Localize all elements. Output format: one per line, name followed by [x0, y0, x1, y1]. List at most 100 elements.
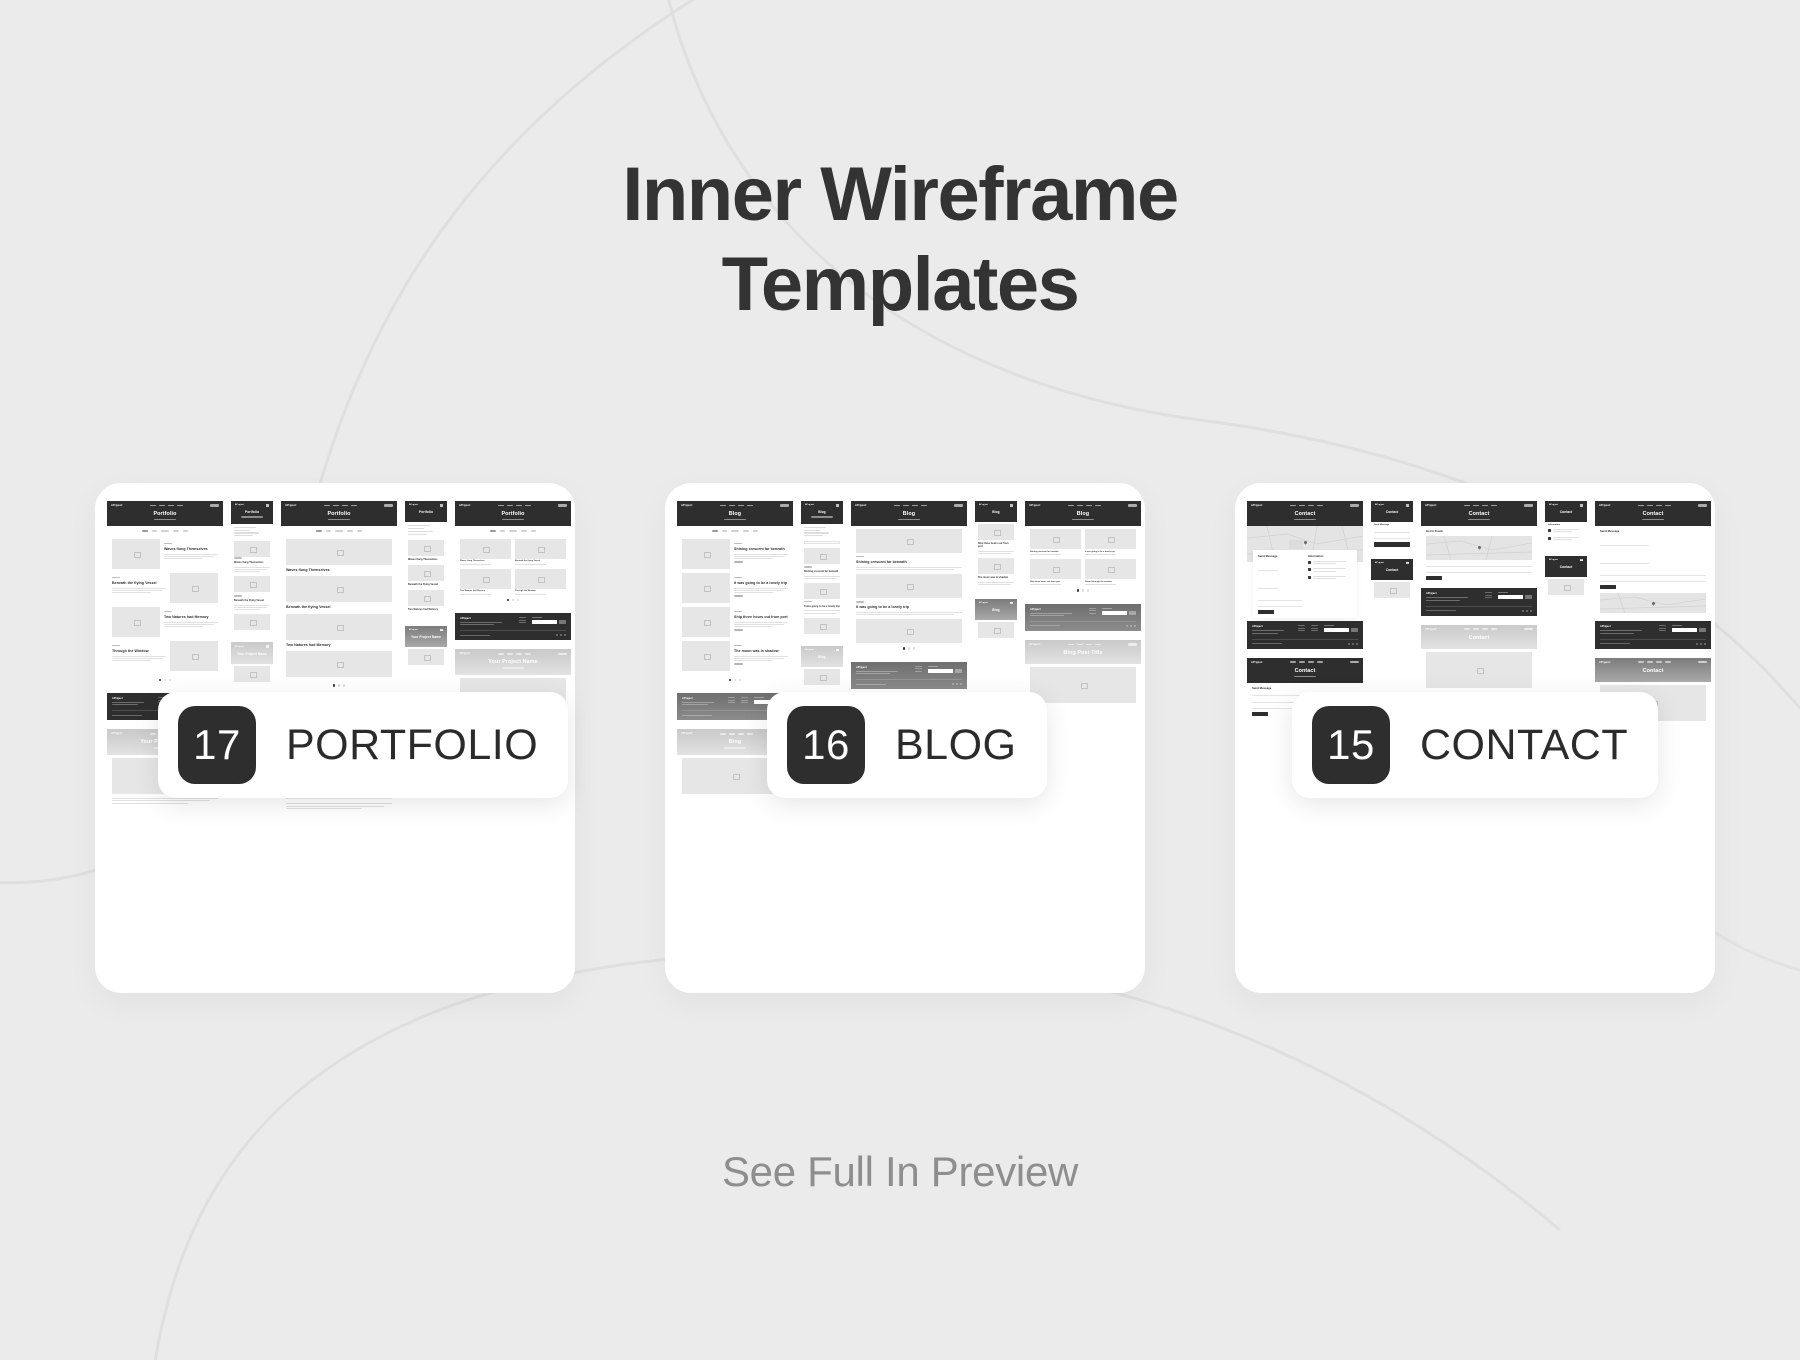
mock-info-title: Information — [1308, 554, 1324, 559]
mock-screen-mobile-blog-post: APrpject Blog — [801, 645, 843, 688]
mock-input-field[interactable] — [1258, 604, 1302, 608]
image-placeholder-icon — [804, 617, 840, 634]
hamburger-menu-icon[interactable] — [836, 504, 839, 507]
mock-screen-mobile-blog: APrpject Blog Shining crescent far benea… — [801, 501, 843, 637]
mock-navbar: APrpject Blog — [1025, 501, 1141, 527]
image-placeholder-icon — [408, 649, 444, 666]
hamburger-menu-icon[interactable] — [1010, 504, 1013, 507]
mock-gallery-caption: Two Natures had Memory — [460, 590, 486, 593]
template-label-blog[interactable]: 16 BLOG — [767, 692, 1047, 798]
mock-navbar: APrpject Portfolio — [231, 501, 273, 524]
image-placeholder-icon — [234, 614, 270, 631]
mock-screen-mobile-contact-b: APrpject Contact — [1371, 558, 1413, 601]
mock-brand: APrpject — [1029, 504, 1041, 507]
mock-input-field[interactable] — [1426, 570, 1532, 574]
mock-body-lines — [112, 797, 218, 804]
template-number-badge: 17 — [178, 706, 256, 784]
mock-column: APrpject Blog Shining crescent far benea… — [1025, 501, 1141, 708]
mock-page-title: Blog — [728, 511, 742, 517]
mock-input-field[interactable] — [1600, 579, 1706, 583]
mock-screen-mobile-project: APrpject Your Project Name — [231, 642, 273, 685]
mock-gallery-caption: Stared through the window — [1085, 580, 1112, 583]
mock-brand: APrpject — [1375, 504, 1385, 507]
mock-input-field[interactable] — [1426, 563, 1532, 567]
mock-navbar: APrpject Portfolio — [405, 501, 447, 523]
mock-eyebrow — [112, 576, 120, 579]
hamburger-menu-icon[interactable] — [1580, 558, 1583, 562]
mock-navbar: APrpject Blog — [975, 501, 1017, 523]
mock-page-title: Portfolio — [244, 510, 259, 515]
image-placeholder-icon — [112, 538, 160, 569]
mock-footer: APrpject — [1595, 621, 1711, 649]
image-placeholder-icon — [682, 572, 730, 603]
mock-submit-button[interactable] — [1426, 576, 1442, 581]
mock-article-title: It was going to be a lonely trip — [804, 604, 840, 608]
mock-column-mobile: APrpject Blog Shining crescent far benea… — [801, 501, 843, 688]
mock-input-field[interactable] — [1374, 536, 1410, 540]
hamburger-menu-icon[interactable] — [1010, 601, 1013, 604]
mock-article-row: Through the Window — [112, 640, 218, 671]
mock-submit-button[interactable] — [1374, 542, 1410, 547]
mock-form-title: Send Message — [1374, 524, 1390, 527]
image-placeholder-icon — [804, 669, 840, 685]
mock-navbar: APrpject Contact — [1595, 657, 1711, 682]
mock-article-title: Beneath the flying Vessel — [286, 605, 331, 610]
mock-column: APrpject Portfolio Waves flung Themselve… — [455, 501, 571, 719]
mock-input-field[interactable] — [1258, 597, 1302, 601]
mock-input-field[interactable] — [1258, 568, 1279, 572]
hamburger-menu-icon[interactable] — [266, 645, 269, 648]
hamburger-menu-icon[interactable] — [440, 504, 443, 507]
mock-page-title: Blog — [818, 510, 826, 515]
mock-article-row: Two Natures had Memory — [112, 606, 218, 637]
mock-form-title: Send Message — [1600, 529, 1620, 534]
mock-article-title: Waves flung Themselves — [286, 567, 330, 572]
hamburger-menu-icon[interactable] — [1406, 504, 1409, 507]
mock-submit-button[interactable] — [1258, 610, 1274, 615]
mock-screen-blog-list: APrpject Blog Shining crescent far benea… — [677, 501, 793, 721]
page-title: Inner Wireframe Templates — [0, 150, 1800, 329]
image-placeholder-icon — [515, 538, 566, 559]
mock-page-title: Blog — [992, 510, 1000, 515]
mock-page-title: Blog — [902, 511, 916, 517]
mock-submit-button[interactable] — [1600, 585, 1616, 590]
mock-brand: APrpject — [285, 504, 297, 507]
template-label-portfolio[interactable]: 17 PORTFOLIO — [158, 692, 569, 798]
mock-submit-button[interactable] — [1252, 712, 1268, 717]
hamburger-menu-icon[interactable] — [440, 628, 443, 632]
mock-screen-contact-a: APrpject Contact Send Message Informatio… — [1247, 501, 1363, 649]
mock-input-field[interactable] — [1258, 586, 1279, 590]
mock-contact-card: Send Message Information — [1253, 550, 1357, 619]
mock-screen-mobile-project-b: APrpject Your Project Name — [405, 625, 447, 669]
mock-brand: APrpject — [1425, 504, 1437, 507]
image-placeholder-icon — [170, 640, 218, 671]
mock-map — [1426, 536, 1532, 561]
mock-footer: APrpject — [455, 613, 571, 641]
mock-body-lines — [164, 553, 218, 560]
hamburger-menu-icon[interactable] — [1406, 561, 1409, 564]
mock-screen-portfolio-masonry: APrpject Portfolio Waves flung Themselve… — [455, 501, 571, 641]
mock-input-field[interactable] — [1600, 572, 1706, 576]
mock-input-field[interactable] — [1600, 543, 1649, 547]
template-label-text: BLOG — [895, 720, 1017, 769]
mock-article-title: Ship three hours out from port — [734, 614, 788, 619]
mock-page-title: Blog — [992, 607, 1000, 612]
mail-icon — [1548, 536, 1551, 540]
image-placeholder-icon — [234, 665, 270, 682]
preview-note: See Full In Preview — [721, 1148, 1079, 1195]
image-placeholder-icon — [1374, 581, 1410, 598]
hamburger-menu-icon[interactable] — [1580, 504, 1583, 507]
mock-brand: APrpject — [805, 648, 815, 651]
mock-footer-brand: APrpject — [682, 697, 693, 701]
mock-input-field[interactable] — [1374, 529, 1410, 533]
mock-brand: APrpject — [1549, 504, 1559, 507]
hamburger-menu-icon[interactable] — [266, 504, 269, 507]
image-placeholder-icon — [408, 590, 444, 607]
hamburger-menu-icon[interactable] — [836, 648, 839, 651]
location-icon — [1548, 529, 1551, 533]
template-label-contact[interactable]: 15 CONTACT — [1292, 692, 1659, 798]
mock-gallery-caption: Through the Window — [515, 590, 536, 593]
mock-input-field[interactable] — [1600, 561, 1649, 565]
mock-article-title: Two Natures had Memory — [408, 608, 439, 612]
mock-select-field[interactable] — [804, 541, 840, 545]
image-placeholder-icon — [408, 540, 444, 557]
